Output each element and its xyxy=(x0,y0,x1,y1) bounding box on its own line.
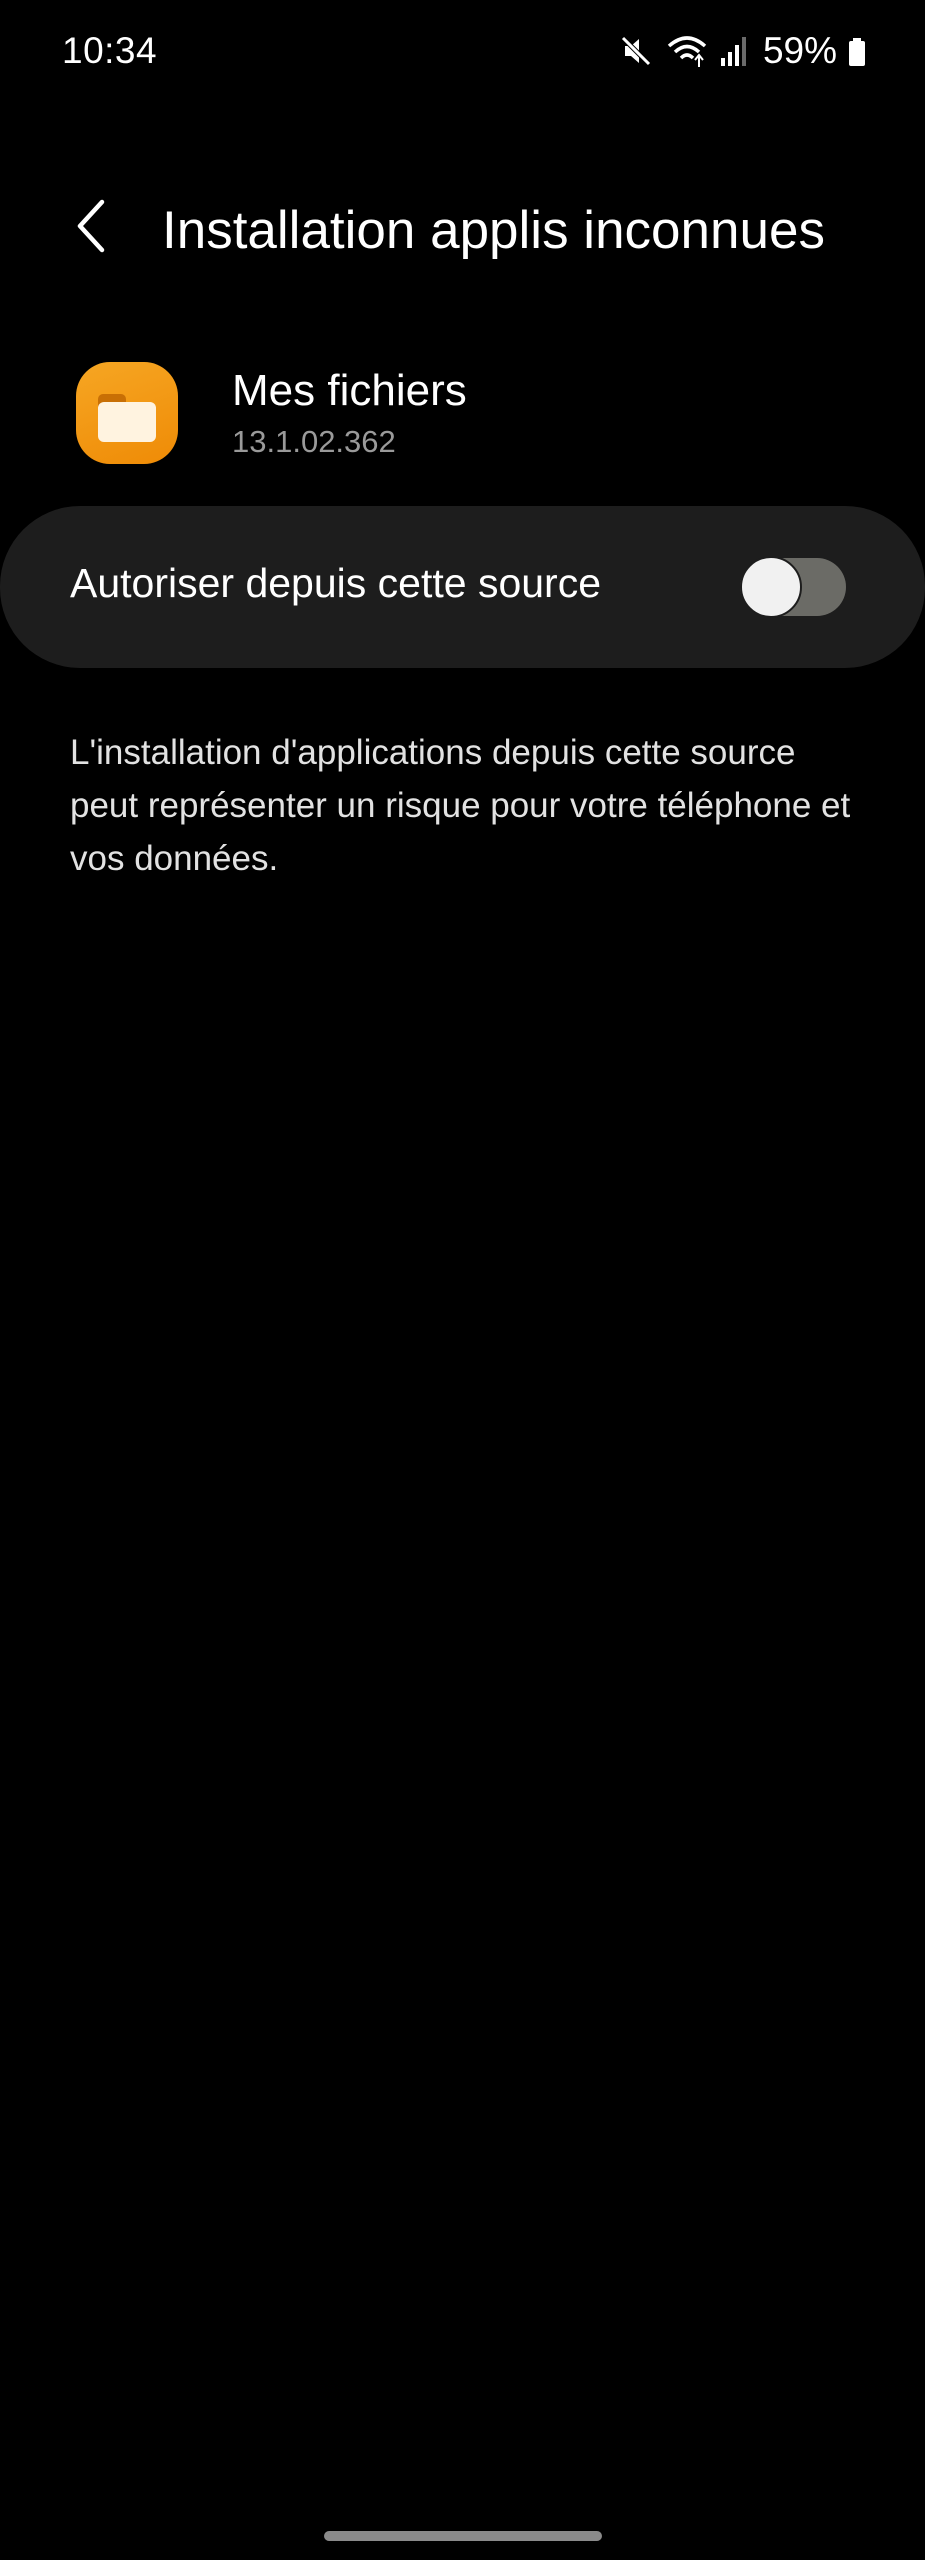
folder-icon xyxy=(76,362,178,464)
header: Installation applis inconnues xyxy=(0,180,925,280)
page-title: Installation applis inconnues xyxy=(162,201,825,260)
setting-label: Autoriser depuis cette source xyxy=(70,560,601,606)
back-button[interactable] xyxy=(60,196,120,260)
chevron-left-icon xyxy=(70,196,110,261)
toggle-thumb xyxy=(740,556,802,618)
status-bar: 10:34 59% xyxy=(0,0,925,100)
status-time: 10:34 xyxy=(62,30,158,71)
app-name: Mes fichiers xyxy=(232,366,467,415)
mute-icon xyxy=(617,32,655,70)
wifi-icon xyxy=(665,32,709,70)
battery-percent: 59% xyxy=(762,30,837,71)
signal-icon xyxy=(719,32,749,70)
allow-source-setting[interactable]: Autoriser depuis cette source xyxy=(0,506,925,668)
nav-gesture-handle[interactable] xyxy=(324,2531,602,2541)
battery-icon xyxy=(847,32,867,70)
allow-source-toggle[interactable] xyxy=(740,556,846,618)
app-version: 13.1.02.362 xyxy=(232,424,396,459)
app-info: Mes fichiers 13.1.02.362 xyxy=(0,350,925,470)
status-icons: 59% xyxy=(617,28,867,74)
warning-description: L'installation d'applications depuis cet… xyxy=(70,733,851,878)
